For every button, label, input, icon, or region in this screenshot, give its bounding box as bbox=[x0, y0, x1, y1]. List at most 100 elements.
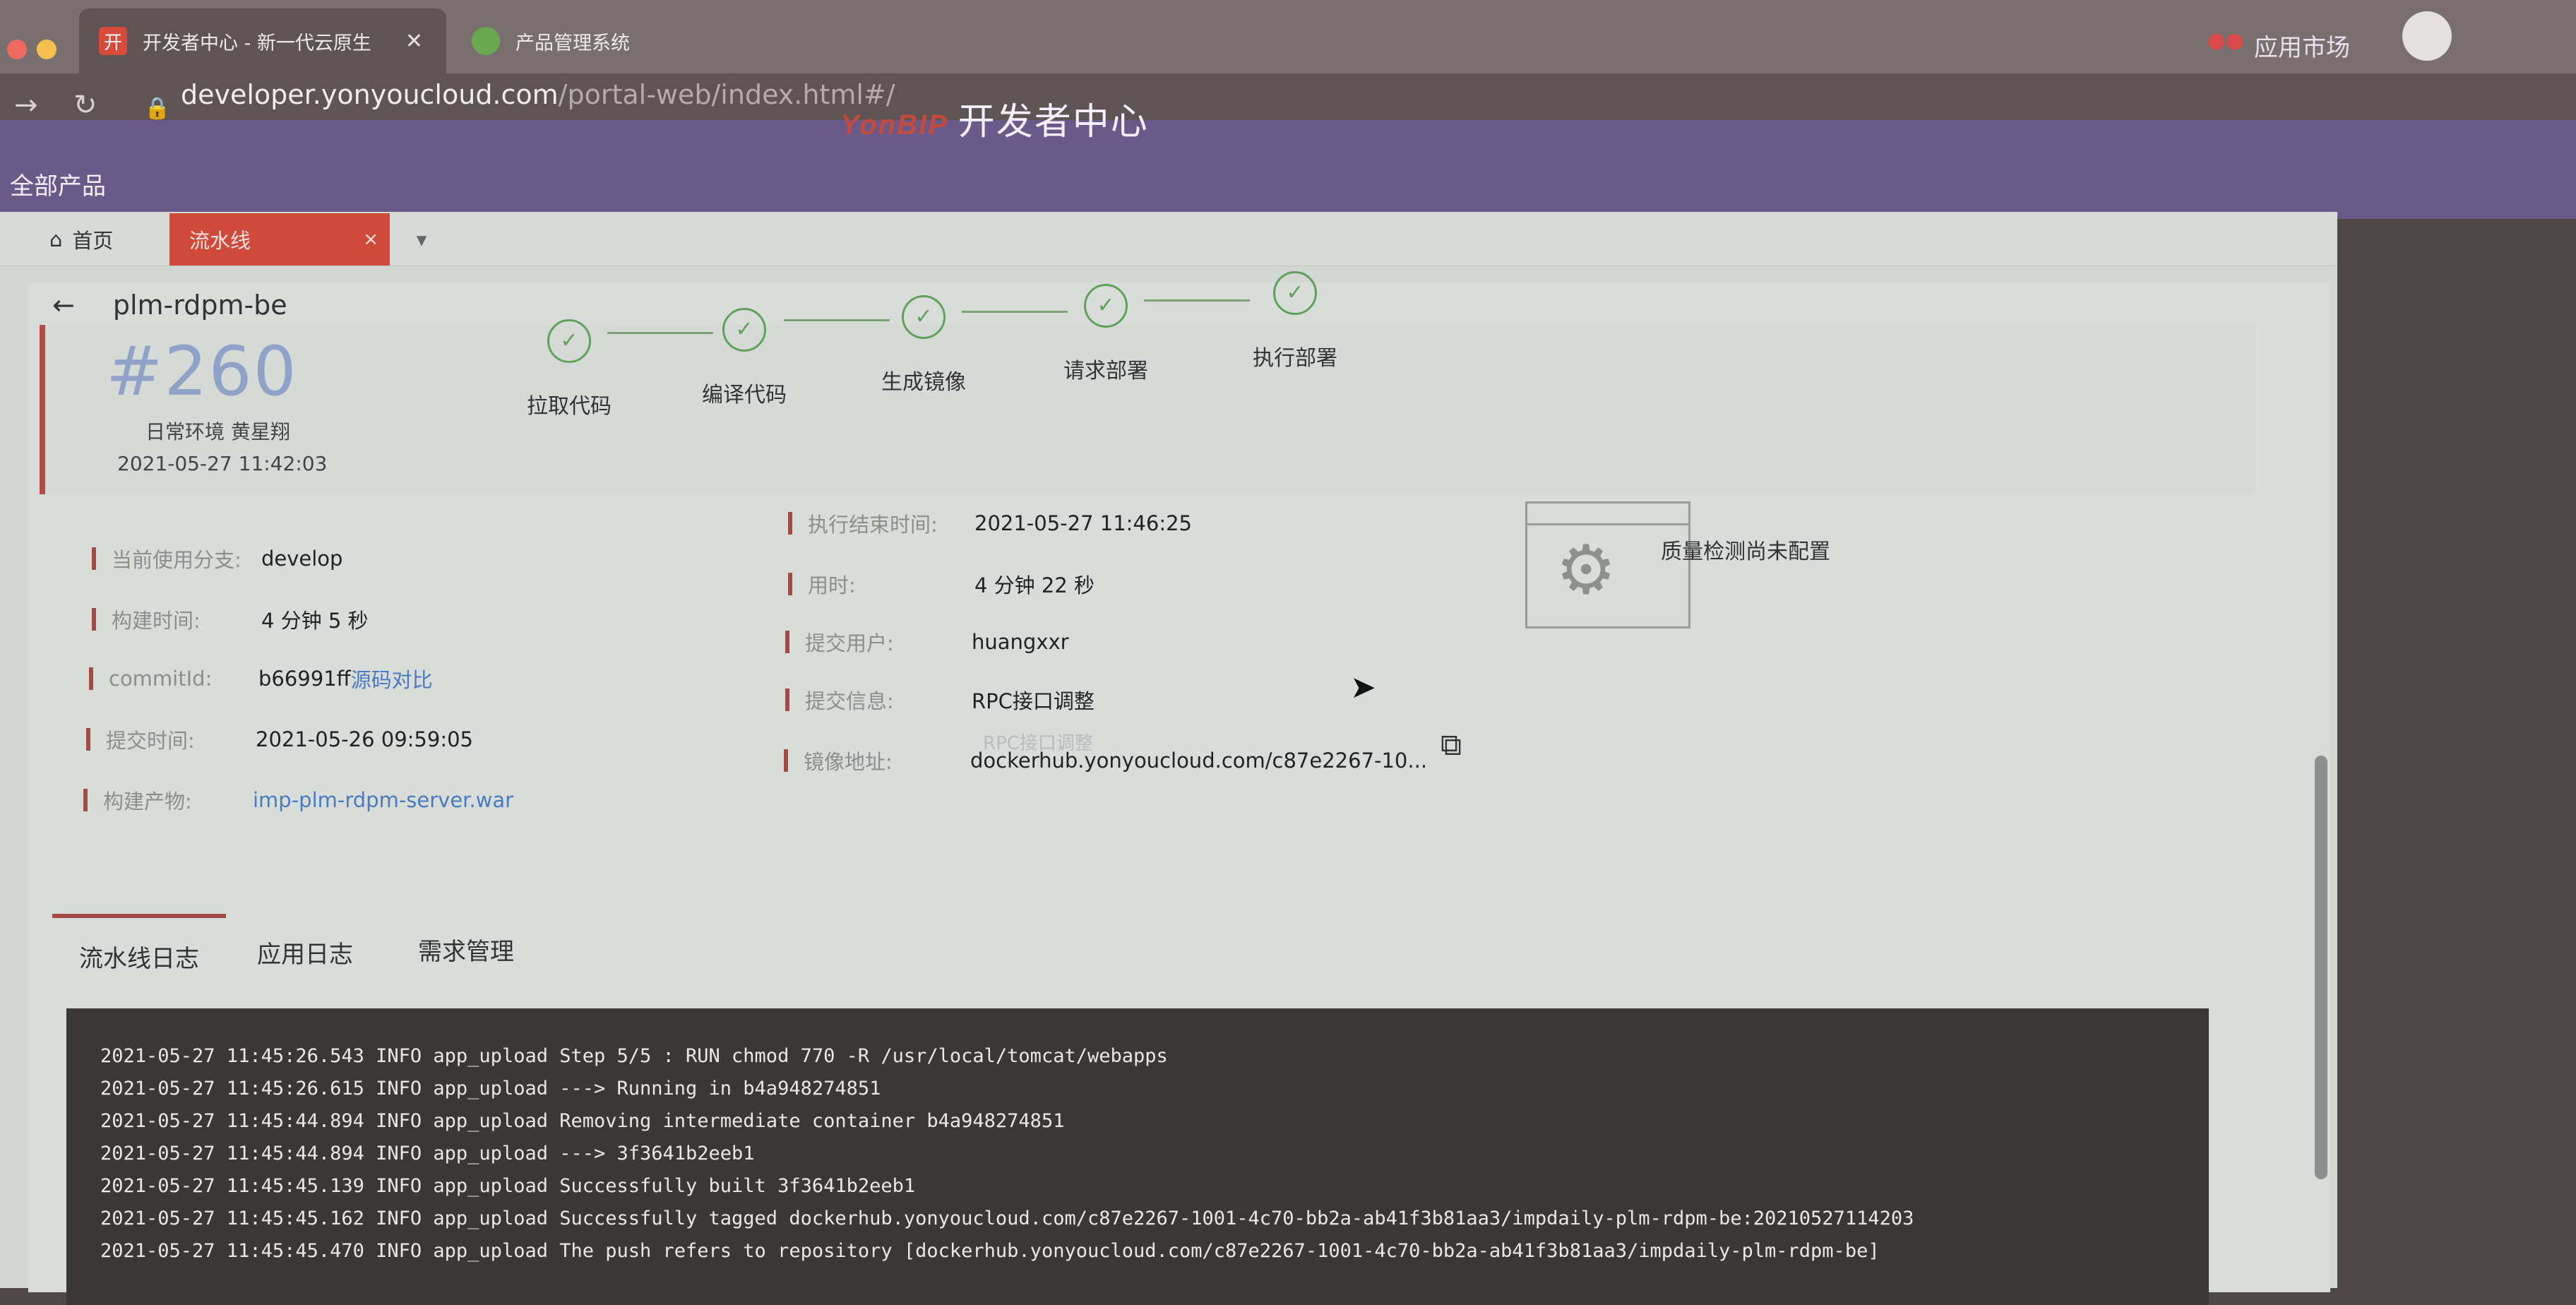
detail-image-address: 镜像地址: dockerhub.yonyoucloud.com/c87e2267… bbox=[784, 746, 1427, 775]
detail-marker bbox=[785, 631, 789, 653]
app-tabs-row: ⌂ 首页 流水线 × ▾ bbox=[0, 212, 2337, 266]
detail-marker bbox=[89, 667, 93, 690]
detail-branch: 当前使用分支: develop bbox=[92, 544, 342, 573]
project-header: ← plm-rdpm-be bbox=[52, 290, 287, 321]
build-start-time: 2021-05-27 11:42:03 bbox=[117, 452, 328, 475]
close-tab-icon[interactable]: × bbox=[363, 229, 378, 250]
detail-commit-time: 提交时间: 2021-05-26 09:59:05 bbox=[86, 725, 473, 754]
tab-requirement-management[interactable]: 需求管理 bbox=[418, 932, 514, 967]
browser-tab-product[interactable]: 产品管理系统 bbox=[452, 8, 763, 73]
branch-value: develop bbox=[261, 547, 343, 571]
close-window-button[interactable] bbox=[7, 40, 27, 59]
minimize-window-button[interactable] bbox=[37, 40, 56, 59]
reload-icon[interactable]: ↻ bbox=[73, 89, 97, 121]
brand-logo: YonBIP bbox=[840, 109, 948, 141]
step-label: 执行部署 bbox=[1253, 346, 1337, 371]
back-icon[interactable]: ← bbox=[52, 290, 75, 321]
tab-pipeline[interactable]: 流水线 × bbox=[169, 213, 390, 266]
check-icon: ✓ bbox=[1273, 271, 1317, 315]
developer-favicon-icon: 开 bbox=[99, 27, 127, 55]
step-request-deploy: ✓ 请求部署 bbox=[1035, 284, 1176, 384]
pipeline-log-console[interactable]: 2021-05-27 11:45:26.543 INFO app_upload … bbox=[66, 1008, 2209, 1305]
brand[interactable]: YonBIP 开发者中心 bbox=[840, 92, 1149, 145]
check-icon: ✓ bbox=[902, 295, 946, 339]
detail-label: 提交时间: bbox=[106, 729, 195, 753]
tab-app-log[interactable]: 应用日志 bbox=[257, 935, 353, 970]
tab-pipeline-label: 流水线 bbox=[189, 229, 251, 253]
forward-icon[interactable]: → bbox=[14, 89, 38, 121]
commit-time-value: 2021-05-26 09:59:05 bbox=[256, 727, 473, 751]
check-icon: ✓ bbox=[547, 319, 591, 363]
detail-elapsed: 用时: 4 分钟 22 秒 bbox=[788, 569, 1095, 599]
detail-commit-message: 提交信息: RPC接口调整 bbox=[785, 685, 1095, 715]
notification-badge[interactable]: ●● bbox=[2207, 28, 2244, 53]
detail-commit-id: commitId: b66991ff 源码对比 bbox=[89, 664, 433, 693]
step-label: 编译代码 bbox=[702, 383, 787, 407]
tab-pipeline-log[interactable]: 流水线日志 bbox=[52, 914, 226, 995]
leaf-favicon-icon bbox=[472, 27, 500, 55]
detail-label: commitId: bbox=[109, 667, 213, 691]
browser-tab-label: 产品管理系统 bbox=[515, 32, 630, 54]
build-environment: 日常环境 黄星翔 bbox=[145, 420, 290, 443]
mouse-cursor-icon: ➤ bbox=[1350, 669, 1376, 705]
log-line: 2021-05-27 11:45:45.162 INFO app_upload … bbox=[100, 1208, 1914, 1229]
step-label: 请求部署 bbox=[1063, 359, 1148, 383]
step-label: 拉取代码 bbox=[527, 394, 612, 419]
artifact-link[interactable]: imp-plm-rdpm-server.war bbox=[253, 788, 513, 812]
log-line: 2021-05-27 11:45:44.894 INFO app_upload … bbox=[100, 1143, 755, 1164]
browser-tab-developer[interactable]: 开 开发者中心 - 新一代云原生 ✕ bbox=[79, 8, 446, 73]
all-products-menu[interactable]: 全部产品 bbox=[10, 167, 106, 201]
detail-label: 构建时间: bbox=[112, 609, 201, 633]
app-market-link[interactable]: 应用市场 bbox=[2254, 28, 2350, 63]
detail-marker bbox=[92, 608, 96, 631]
commit-message-value: RPC接口调整 bbox=[972, 689, 1095, 713]
close-tab-icon[interactable]: ✕ bbox=[405, 29, 423, 54]
end-time-value: 2021-05-27 11:46:25 bbox=[974, 511, 1192, 535]
log-line: 2021-05-27 11:45:44.894 INFO app_upload … bbox=[100, 1110, 1065, 1132]
detail-marker bbox=[788, 573, 792, 595]
detail-label: 提交信息: bbox=[805, 689, 894, 713]
url-field[interactable]: developer.yonyoucloud.com/portal-web/ind… bbox=[181, 79, 895, 110]
detail-marker bbox=[785, 689, 789, 711]
copy-icon[interactable]: ⧉ bbox=[1441, 727, 1462, 763]
tabs-dropdown-icon[interactable]: ▾ bbox=[390, 213, 453, 266]
detail-label: 当前使用分支: bbox=[112, 548, 242, 572]
detail-label: 用时: bbox=[808, 573, 856, 597]
quality-placeholder: ⚙ bbox=[1525, 501, 1690, 628]
step-execute-deploy: ✓ 执行部署 bbox=[1224, 271, 1366, 371]
build-number: #260 bbox=[106, 332, 298, 411]
image-address-value: dockerhub.yonyoucloud.com/c87e2267-10... bbox=[970, 749, 1428, 773]
log-line: 2021-05-27 11:45:45.139 INFO app_upload … bbox=[100, 1175, 916, 1197]
check-icon: ✓ bbox=[722, 308, 766, 352]
site-header bbox=[0, 120, 2576, 219]
page-scrollbar[interactable] bbox=[2315, 756, 2327, 1179]
source-compare-link[interactable]: 源码对比 bbox=[351, 664, 433, 693]
step-pull-code: ✓ 拉取代码 bbox=[499, 319, 640, 419]
browser-tab-label: 开发者中心 - 新一代云原生 bbox=[143, 32, 371, 54]
detail-label: 镜像地址: bbox=[804, 750, 893, 774]
avatar[interactable] bbox=[2402, 11, 2452, 61]
build-duration-value: 4 分钟 5 秒 bbox=[261, 609, 369, 633]
detail-marker bbox=[92, 547, 96, 570]
detail-label: 提交用户: bbox=[805, 631, 894, 655]
detail-marker bbox=[83, 789, 88, 811]
elapsed-value: 4 分钟 22 秒 bbox=[974, 573, 1095, 597]
detail-commit-user: 提交用户: huangxxr bbox=[785, 627, 1069, 657]
project-name: plm-rdpm-be bbox=[112, 290, 287, 321]
detail-label: 构建产物: bbox=[103, 789, 192, 814]
detail-marker bbox=[784, 749, 788, 772]
detail-label: 执行结束时间: bbox=[808, 513, 938, 537]
commit-id-value: b66991ff bbox=[258, 667, 351, 691]
detail-marker bbox=[788, 512, 792, 535]
step-build-image: ✓ 生成镜像 bbox=[853, 295, 994, 395]
url-host: developer.yonyoucloud.com bbox=[181, 79, 559, 110]
commit-user-value: huangxxr bbox=[972, 630, 1069, 654]
step-compile-code: ✓ 编译代码 bbox=[674, 308, 815, 408]
detail-marker bbox=[86, 728, 90, 751]
gear-icon: ⚙ bbox=[1556, 530, 1617, 609]
detail-artifact: 构建产物: imp-plm-rdpm-server.war bbox=[83, 785, 513, 815]
tab-home[interactable]: ⌂ 首页 bbox=[49, 213, 169, 266]
detail-build-duration: 构建时间: 4 分钟 5 秒 bbox=[92, 604, 369, 634]
lock-icon: 🔒 bbox=[144, 96, 171, 121]
brand-title: 开发者中心 bbox=[958, 101, 1149, 143]
